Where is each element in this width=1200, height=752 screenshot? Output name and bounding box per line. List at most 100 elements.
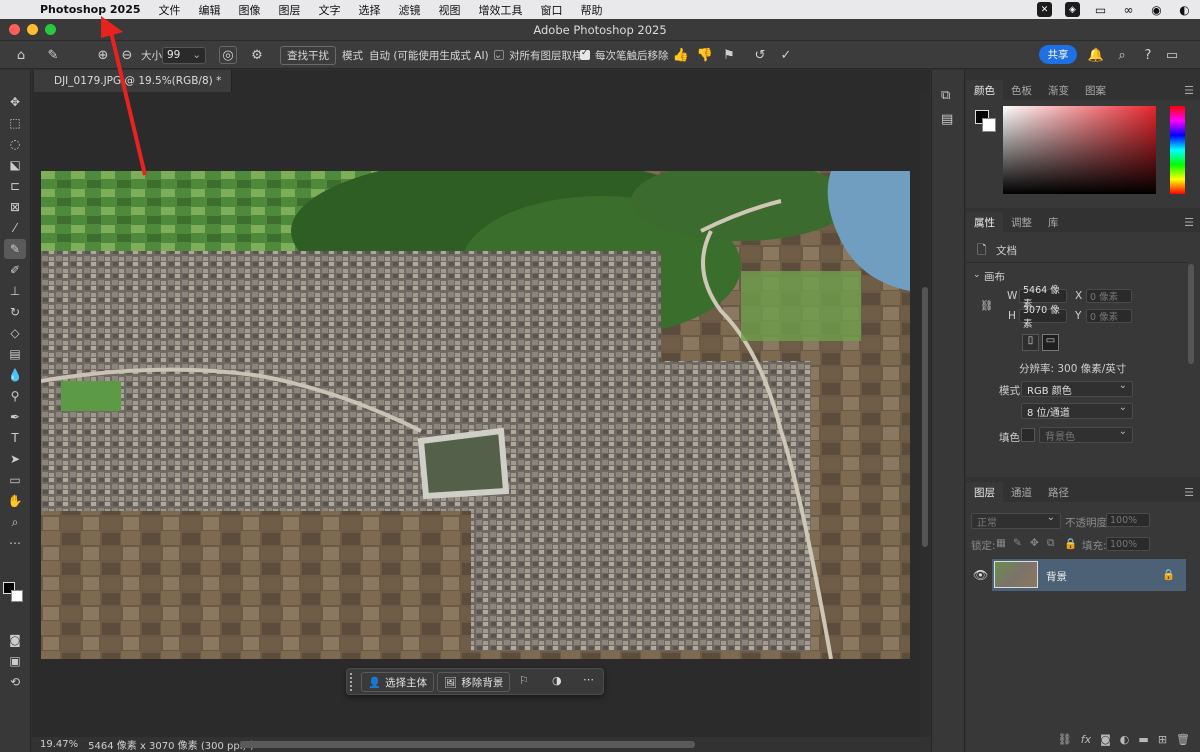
history-panel-icon[interactable]: ⧉ (941, 88, 950, 103)
pin-icon[interactable]: ⚐ (519, 674, 529, 687)
menu-view[interactable]: 视图 (439, 2, 461, 18)
mode-select[interactable]: 自动 (可能使用生成式 AI) ⌄ (369, 45, 502, 65)
link-icon[interactable]: ∞ (1121, 2, 1136, 17)
comments-panel-icon[interactable]: ▤ (941, 112, 953, 127)
bit-depth-select[interactable]: 8 位/通道 (1021, 402, 1133, 419)
object-selection-tool-icon[interactable]: ⬕ (4, 155, 26, 175)
zoom-window-button[interactable] (45, 24, 56, 35)
remove-after-stroke-checkbox[interactable]: 每次笔触后移除 (580, 45, 669, 65)
menu-file[interactable]: 文件 (159, 2, 181, 18)
artboard-icon[interactable]: ⧉ (1047, 537, 1055, 550)
drag-handle-icon[interactable] (350, 673, 354, 691)
fill-select[interactable]: 背景色 (1039, 426, 1133, 443)
brush-tool-icon[interactable]: ✐ (4, 260, 26, 280)
lock-image-icon[interactable]: ✎ (1013, 537, 1022, 549)
fx-icon[interactable]: fx (1081, 733, 1091, 749)
workspace-icon[interactable]: ▭ (1163, 46, 1181, 64)
undo-icon[interactable]: ↺ (751, 46, 769, 64)
menu-plugins[interactable]: 增效工具 (479, 2, 523, 18)
chevron-down-icon[interactable]: ⌄ (973, 270, 981, 280)
tab-layers[interactable]: 图层 (966, 482, 1003, 502)
properties-scrollbar[interactable] (1188, 264, 1194, 364)
aerial-village-photo[interactable] (41, 171, 910, 659)
tab-libraries[interactable]: 库 (1040, 212, 1067, 232)
tab-channels[interactable]: 通道 (1003, 482, 1040, 502)
eye-visibility-icon[interactable]: 👁 (973, 568, 988, 582)
crop-tool-icon[interactable]: ⊏ (4, 176, 26, 196)
eraser-tool-icon[interactable]: ◇ (4, 323, 26, 343)
menu-help[interactable]: 帮助 (581, 2, 603, 18)
panel-menu-icon[interactable]: ☰ (1184, 84, 1194, 97)
thumbs-down-icon[interactable]: 👎 (696, 46, 714, 64)
dodge-tool-icon[interactable]: ⚲ (4, 386, 26, 406)
share-button[interactable]: 共享 (1039, 45, 1077, 64)
rectangle-tool-icon[interactable]: ▭ (4, 470, 26, 490)
eyedropper-tool-icon[interactable]: ⁄ (4, 218, 26, 238)
menu-filter[interactable]: 滤镜 (399, 2, 421, 18)
trash-icon[interactable]: 🗑 (1176, 733, 1190, 749)
height-input[interactable]: 3070 像素 (1019, 305, 1067, 330)
path-selection-tool-icon[interactable]: ➤ (4, 449, 26, 469)
control-center-icon[interactable]: ◐ (1177, 2, 1192, 17)
home-icon[interactable]: ⌂ (12, 46, 30, 64)
gradient-tool-icon[interactable]: ▤ (4, 344, 26, 364)
pressure-icon[interactable]: ◎ (219, 46, 237, 64)
select-subject-button[interactable]: 👤 选择主体 (361, 672, 435, 692)
contrast-icon[interactable]: ◑ (552, 674, 562, 687)
lasso-tool-icon[interactable]: ◌ (4, 134, 26, 154)
menu-image[interactable]: 图像 (239, 2, 261, 18)
sample-all-layers-checkbox[interactable]: 对所有图层取样 (494, 45, 583, 65)
thumbs-up-icon[interactable]: 👍 (672, 46, 690, 64)
add-mask-icon[interactable]: ◙ (1100, 733, 1111, 749)
portrait-orientation-icon[interactable]: ▯ (1022, 334, 1039, 351)
share-for-review-icon[interactable]: ⟲ (4, 672, 26, 692)
canvas-horizontal-scrollbar[interactable] (240, 741, 695, 748)
search-icon[interactable]: ⌕ (1113, 46, 1131, 64)
link-icon[interactable]: ⛓ (980, 299, 993, 312)
menu-window[interactable]: 窗口 (541, 2, 563, 18)
layer-name[interactable]: 背景 (1046, 569, 1067, 584)
adjustment-layer-icon[interactable]: ◐ (1120, 733, 1130, 749)
fill-input[interactable]: 100% (1106, 537, 1150, 551)
tab-color[interactable]: 颜色 (966, 80, 1003, 100)
marquee-tool-icon[interactable]: ⬚ (4, 113, 26, 133)
remove-tool-icon[interactable]: ✎ (4, 239, 26, 259)
fill-color-swatch[interactable] (1021, 428, 1035, 442)
quick-mask-icon[interactable]: ◙ (4, 630, 26, 650)
frame-tool-icon[interactable]: ⊠ (4, 197, 26, 217)
zoom-tool-icon[interactable]: ⌕ (4, 512, 26, 532)
tab-patterns[interactable]: 图案 (1077, 80, 1114, 100)
commit-check-icon[interactable]: ✓ (777, 46, 795, 64)
more-options-icon[interactable]: ⋯ (583, 673, 594, 686)
hue-slider[interactable] (1170, 106, 1185, 194)
tab-paths[interactable]: 路径 (1040, 482, 1077, 502)
panel-menu-icon[interactable]: ☰ (1184, 216, 1194, 229)
opacity-input[interactable]: 100% (1106, 513, 1150, 527)
type-tool-icon[interactable]: T (4, 428, 26, 448)
tab-properties[interactable]: 属性 (966, 212, 1003, 232)
new-layer-icon[interactable]: ⊞ (1158, 733, 1167, 749)
tray-app-icon[interactable]: ✕ (1037, 2, 1052, 17)
color-mode-select[interactable]: RGB 颜色 (1021, 380, 1133, 397)
new-group-icon[interactable]: ▬ (1138, 733, 1148, 749)
panel-menu-icon[interactable]: ☰ (1184, 486, 1194, 499)
lock-all-icon[interactable]: 🔒 (1064, 537, 1077, 550)
canvas-vertical-scrollbar[interactable] (920, 92, 930, 737)
tab-swatches[interactable]: 色板 (1003, 80, 1040, 100)
cast-icon[interactable]: ▭ (1093, 2, 1108, 17)
width-input[interactable]: 5464 像素 (1019, 285, 1067, 310)
menu-select[interactable]: 选择 (359, 2, 381, 18)
zoom-level[interactable]: 19.47% (40, 739, 78, 750)
x-input[interactable]: 0 像素 (1086, 289, 1132, 303)
shazam-icon[interactable]: ◉ (1149, 2, 1164, 17)
tray-app-icon[interactable]: ◈ (1065, 2, 1080, 17)
canvas-section-title[interactable]: 画布 (984, 269, 1005, 284)
menu-layer[interactable]: 图层 (279, 2, 301, 18)
background-color-swatch[interactable] (11, 590, 23, 602)
tab-gradients[interactable]: 渐变 (1040, 80, 1077, 100)
link-layers-icon[interactable]: ⛓ (1058, 733, 1072, 749)
help-icon[interactable]: ? (1139, 46, 1157, 64)
screen-mode-icon[interactable]: ▣ (4, 651, 26, 671)
background-color-swatch[interactable] (982, 118, 996, 132)
lock-position-icon[interactable]: ✥ (1030, 537, 1039, 549)
